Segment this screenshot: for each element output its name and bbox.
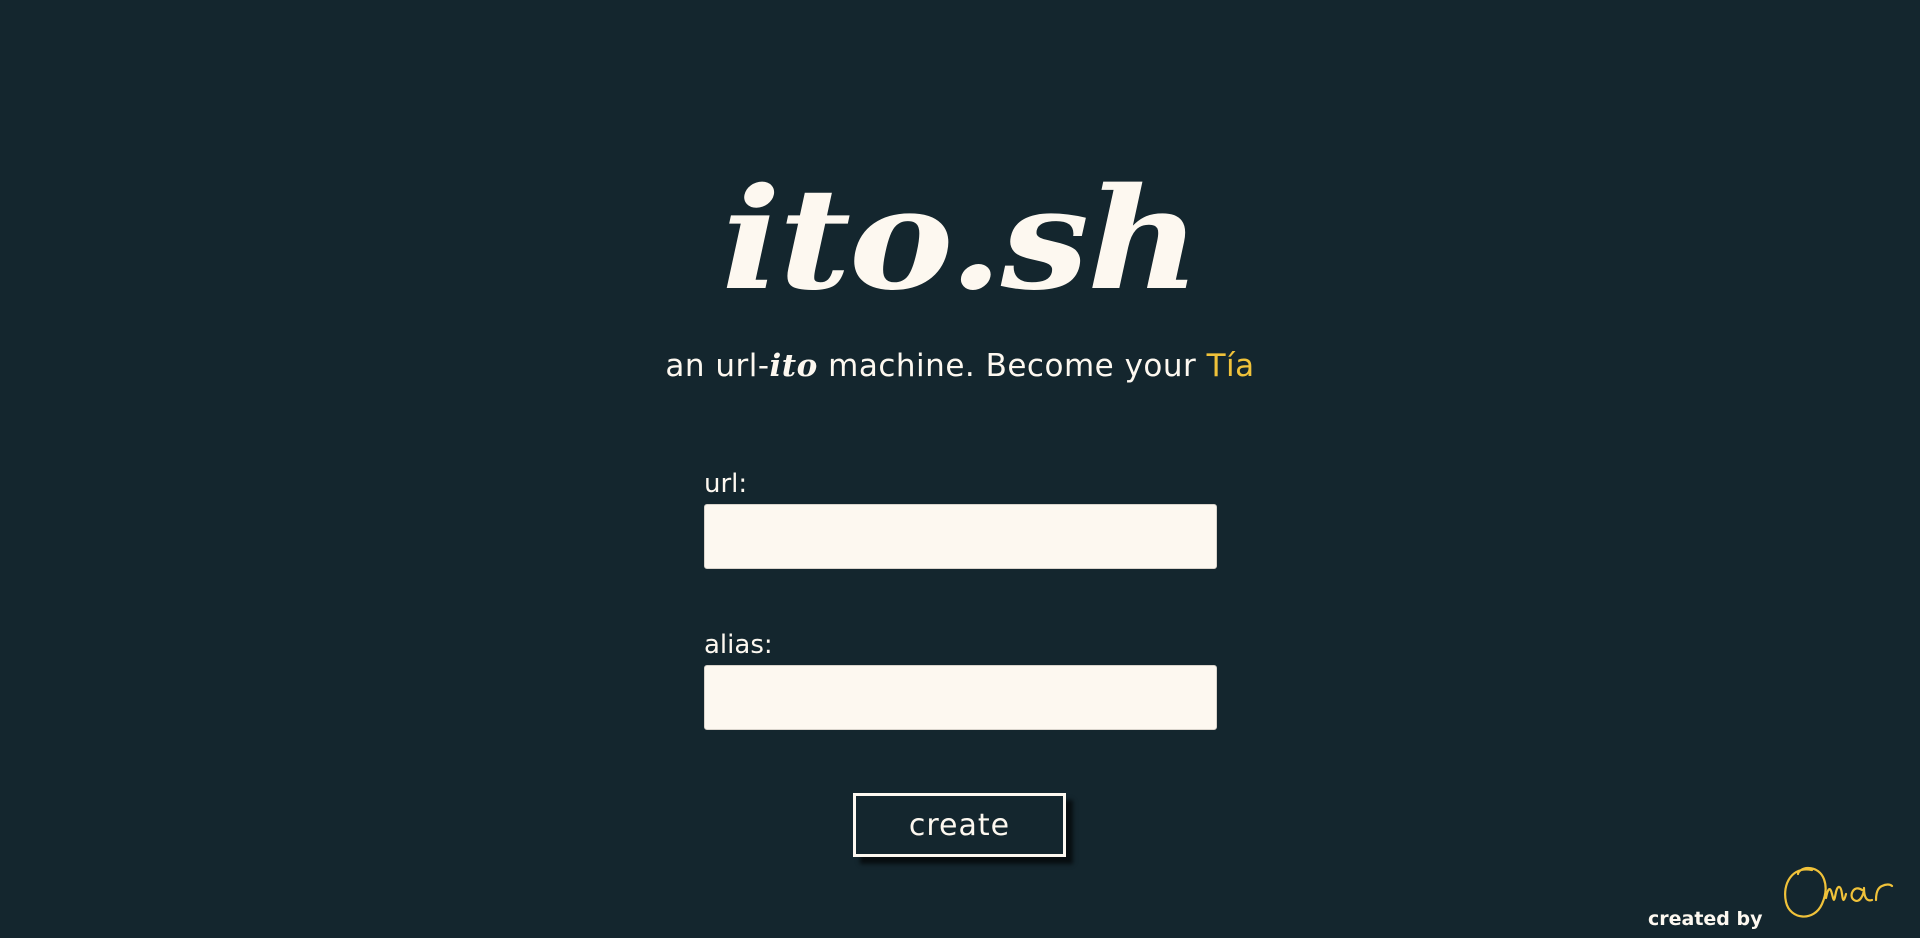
url-input[interactable] <box>704 504 1217 569</box>
signature-omar[interactable] <box>1778 858 1908 928</box>
create-button[interactable]: create <box>853 793 1066 857</box>
credit: created by <box>1648 858 1908 938</box>
tagline-highlight: Tía <box>1206 348 1255 384</box>
credit-text: created by <box>1648 908 1763 930</box>
page: ito.sh an url-ito machine. Become your T… <box>0 0 1920 938</box>
shorten-form: url: alias: <box>704 468 1217 730</box>
tagline: an url-ito machine. Become your Tía <box>0 346 1920 386</box>
tagline-emphasis: ito <box>769 348 818 384</box>
site-logo: ito.sh <box>721 158 1200 322</box>
alias-input[interactable] <box>704 665 1217 730</box>
tagline-prefix: an url- <box>665 348 770 384</box>
tagline-middle: machine. Become your <box>817 348 1207 384</box>
url-label: url: <box>704 469 748 499</box>
alias-label: alias: <box>704 630 773 660</box>
